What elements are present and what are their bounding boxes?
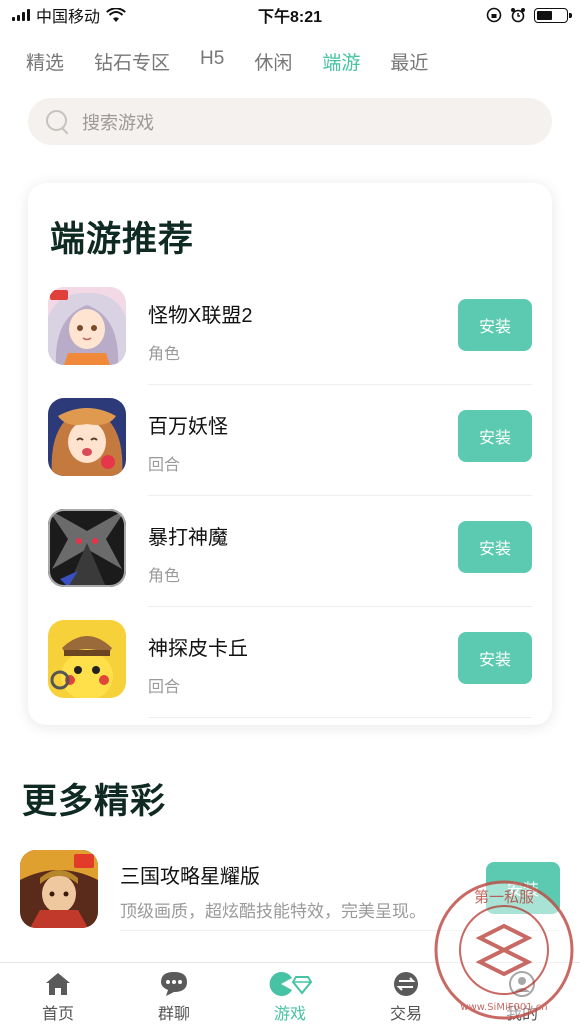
game-tag: 回合	[148, 679, 181, 696]
recommend-title: 端游推荐	[50, 220, 195, 259]
tab-recent[interactable]: 最近	[390, 48, 428, 75]
divider	[148, 495, 532, 496]
status-left: 中国移动	[12, 3, 212, 27]
game-description: 顶级画质，超炫酷技能特效，完美呈现。	[120, 902, 426, 921]
search-icon	[46, 109, 70, 134]
nav-label: 游戏	[273, 1006, 306, 1023]
svg-text:第一私服: 第一私服	[474, 888, 534, 906]
signal-icon	[12, 9, 30, 21]
game-name: 神探皮卡丘	[148, 638, 248, 660]
status-time: 下午8:21	[257, 9, 323, 26]
anime-girl-brown-hair-icon	[48, 398, 126, 476]
anime-girl-silver-hair-icon	[48, 287, 126, 365]
wifi-icon	[106, 7, 126, 22]
game-info: 怪物X联盟2 角色	[148, 299, 252, 364]
list-item[interactable]: 神探皮卡丘 回合 安装	[48, 620, 532, 731]
game-icon	[268, 970, 312, 998]
divider	[148, 717, 532, 718]
tab-h5[interactable]: H5	[200, 48, 224, 75]
game-name: 三国攻略星耀版	[120, 866, 260, 888]
category-tabs: 精选 钻石专区 H5 休闲 端游 最近	[26, 48, 428, 75]
nav-home[interactable]: 首页	[0, 963, 116, 1031]
nav-chat[interactable]: 群聊	[116, 963, 232, 1031]
nav-games[interactable]: 游戏	[232, 963, 348, 1031]
game-info: 暴打神魔 角色	[148, 521, 228, 586]
rotation-lock-icon	[486, 7, 502, 23]
install-button[interactable]: 安装	[458, 410, 532, 462]
game-tag: 角色	[148, 346, 181, 363]
detective-pikachu-icon	[48, 620, 126, 698]
exchange-icon	[392, 970, 420, 998]
game-name: 百万妖怪	[148, 416, 228, 438]
home-icon	[44, 970, 72, 998]
list-item[interactable]: 百万妖怪 回合 安装	[48, 398, 532, 509]
game-name: 暴打神魔	[148, 527, 228, 549]
tab-client-games[interactable]: 端游	[322, 48, 360, 75]
battery-icon	[534, 7, 572, 23]
game-info: 神探皮卡丘 回合	[148, 632, 248, 697]
nav-label: 交易	[389, 1006, 422, 1023]
dark-dragon-icon	[48, 509, 126, 587]
install-button[interactable]: 安装	[458, 632, 532, 684]
alarm-icon	[511, 8, 525, 23]
tab-casual[interactable]: 休闲	[254, 48, 292, 75]
game-name: 怪物X联盟2	[148, 305, 253, 327]
svg-text:www.SiMiF001.cn: www.SiMiF001.cn	[460, 1002, 547, 1013]
list-item[interactable]: 暴打神魔 角色 安装	[48, 509, 532, 620]
divider	[148, 384, 532, 385]
game-info: 百万妖怪 回合	[148, 410, 228, 475]
watermark-stamp: 第一私服 www.SiMiF001.cn	[432, 878, 576, 1022]
divider	[148, 606, 532, 607]
game-tag: 角色	[148, 568, 181, 585]
carrier-label: 中国移动	[36, 9, 101, 26]
status-right	[368, 7, 572, 23]
tab-featured[interactable]: 精选	[26, 48, 64, 75]
chat-icon	[160, 970, 188, 998]
list-item[interactable]: 怪物X联盟2 角色 安装	[48, 287, 532, 398]
nav-label: 群聊	[157, 1006, 190, 1023]
status-bar: 中国移动 下午8:21	[0, 0, 580, 30]
more-title: 更多精彩	[22, 782, 167, 821]
game-info: 三国攻略星耀版 顶级画质，超炫酷技能特效，完美呈现。	[120, 860, 426, 922]
nav-label: 首页	[41, 1006, 74, 1023]
tab-diamond-zone[interactable]: 钻石专区	[94, 48, 170, 75]
search-input[interactable]: 搜索游戏	[28, 98, 552, 145]
search-placeholder: 搜索游戏	[82, 112, 154, 133]
three-kingdoms-warrior-icon	[20, 850, 98, 928]
recommend-card: 端游推荐 怪物X联盟2 角色 安装 百万妖怪 回合 安装 暴打神魔 角色 安装 …	[28, 183, 552, 725]
game-tag: 回合	[148, 457, 181, 474]
install-button[interactable]: 安装	[458, 299, 532, 351]
install-button[interactable]: 安装	[458, 521, 532, 573]
